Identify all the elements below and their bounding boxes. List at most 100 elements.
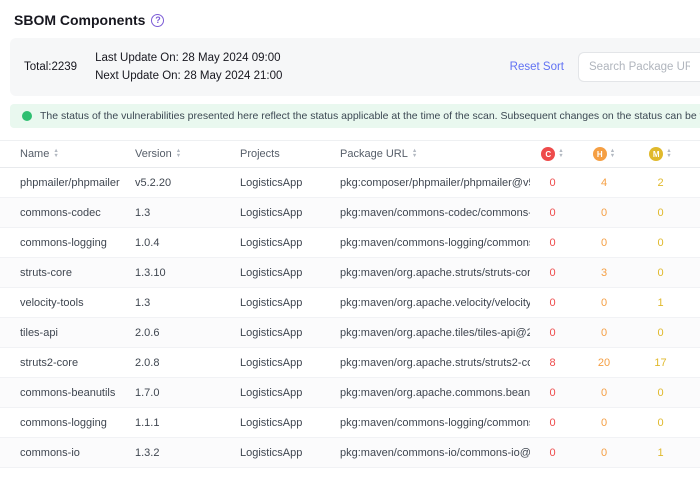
cell-severity-h: 0	[575, 237, 633, 249]
column-label-name: Name	[20, 148, 49, 160]
cell-severity-h: 0	[575, 447, 633, 459]
cell-purl: pkg:maven/commons-logging/commons-l...	[340, 417, 530, 429]
column-header-projects: Projects	[240, 148, 340, 160]
cell-severity-c: 0	[530, 297, 575, 309]
cell-severity-m: 2	[633, 177, 688, 189]
cell-purl: pkg:maven/org.apache.velocity/velocity-t…	[340, 297, 530, 309]
cell-projects: LogisticsApp	[240, 237, 340, 249]
last-update-text: Last Update On: 28 May 2024 09:00	[95, 52, 282, 64]
severity-c-badge-icon: C	[541, 147, 555, 161]
cell-version: 1.3	[135, 207, 240, 219]
reset-sort-link[interactable]: Reset Sort	[510, 61, 564, 73]
update-info: Last Update On: 28 May 2024 09:00 Next U…	[95, 52, 282, 82]
cell-severity-m: 0	[633, 417, 688, 429]
cell-purl: pkg:maven/commons-logging/commons-l...	[340, 237, 530, 249]
cell-severity-m: 0	[633, 237, 688, 249]
cell-severity-c: 0	[530, 177, 575, 189]
column-header-severity-h[interactable]: H▲▼	[575, 147, 633, 161]
cell-severity-c: 0	[530, 207, 575, 219]
cell-name: commons-logging	[20, 417, 135, 429]
cell-severity-m: 0	[633, 387, 688, 399]
cell-severity-m: 1	[633, 447, 688, 459]
table-row[interactable]: phpmailer/phpmailerv5.2.20LogisticsApppk…	[0, 168, 700, 198]
cell-severity-m: 0	[633, 327, 688, 339]
cell-projects: LogisticsApp	[240, 447, 340, 459]
cell-severity-h: 3	[575, 267, 633, 279]
cell-purl: pkg:maven/commons-codec/commons-co...	[340, 207, 530, 219]
cell-purl: pkg:maven/org.apache.commons.beanutils..…	[340, 387, 530, 399]
cell-version: 1.1.1	[135, 417, 240, 429]
sort-icon: ▲▼	[610, 149, 615, 159]
cell-projects: LogisticsApp	[240, 387, 340, 399]
table-row[interactable]: struts-core1.3.10LogisticsApppkg:maven/o…	[0, 258, 700, 288]
table-row[interactable]: commons-io1.3.2LogisticsApppkg:maven/com…	[0, 438, 700, 468]
cell-purl: pkg:maven/commons-io/commons-io@1.3.2	[340, 447, 530, 459]
cell-version: 1.3.10	[135, 267, 240, 279]
cell-severity-c: 0	[530, 387, 575, 399]
cell-version: 2.0.8	[135, 357, 240, 369]
cell-severity-h: 0	[575, 327, 633, 339]
page-title: SBOM Components	[14, 12, 145, 28]
column-header-severity-c[interactable]: C▲▼	[530, 147, 575, 161]
cell-version: 1.3	[135, 297, 240, 309]
next-update-text: Next Update On: 28 May 2024 21:00	[95, 70, 282, 82]
column-header-version[interactable]: Version▲▼	[135, 148, 240, 160]
help-icon[interactable]: ?	[151, 14, 164, 27]
table-row[interactable]: commons-beanutils1.7.0LogisticsApppkg:ma…	[0, 378, 700, 408]
sort-icon: ▲▼	[666, 149, 671, 159]
table-row[interactable]: struts2-core2.0.8LogisticsApppkg:maven/o…	[0, 348, 700, 378]
severity-h-badge-icon: H	[593, 147, 607, 161]
column-header-severity-m[interactable]: M▲▼	[633, 147, 688, 161]
cell-severity-c: 0	[530, 237, 575, 249]
info-dot-icon	[22, 111, 32, 121]
cell-version: 1.3.2	[135, 447, 240, 459]
cell-severity-c: 8	[530, 357, 575, 369]
severity-m-badge-icon: M	[649, 147, 663, 161]
table-row[interactable]: tiles-api2.0.6LogisticsApppkg:maven/org.…	[0, 318, 700, 348]
cell-severity-h: 0	[575, 297, 633, 309]
table-body: phpmailer/phpmailerv5.2.20LogisticsApppk…	[0, 168, 700, 468]
cell-purl: pkg:composer/phpmailer/phpmailer@v5.2...	[340, 177, 530, 189]
cell-severity-h: 4	[575, 177, 633, 189]
cell-projects: LogisticsApp	[240, 417, 340, 429]
page-header: SBOM Components ?	[0, 0, 700, 38]
cell-severity-m: 17	[633, 357, 688, 369]
table-row[interactable]: velocity-tools1.3LogisticsApppkg:maven/o…	[0, 288, 700, 318]
cell-severity-c: 0	[530, 417, 575, 429]
sbom-components-page: SBOM Components ? Total:2239 Last Update…	[0, 0, 700, 483]
table-header-row: Name▲▼Version▲▼ProjectsPackage URL▲▼C▲▼H…	[0, 140, 700, 168]
cell-purl: pkg:maven/org.apache.tiles/tiles-api@2.0…	[340, 327, 530, 339]
banner-text: The status of the vulnerabilities presen…	[40, 110, 700, 122]
cell-name: phpmailer/phpmailer	[20, 177, 135, 189]
sort-icon: ▲▼	[53, 149, 58, 159]
table-row[interactable]: commons-logging1.0.4LogisticsApppkg:mave…	[0, 228, 700, 258]
cell-name: struts-core	[20, 267, 135, 279]
column-label-purl: Package URL	[340, 148, 408, 160]
cell-severity-h: 0	[575, 207, 633, 219]
cell-projects: LogisticsApp	[240, 207, 340, 219]
cell-version: v5.2.20	[135, 177, 240, 189]
toolbar: Total:2239 Last Update On: 28 May 2024 0…	[10, 38, 700, 96]
cell-severity-c: 0	[530, 267, 575, 279]
cell-projects: LogisticsApp	[240, 357, 340, 369]
components-table: Name▲▼Version▲▼ProjectsPackage URL▲▼C▲▼H…	[0, 140, 700, 468]
sort-icon: ▲▼	[176, 149, 181, 159]
table-row[interactable]: commons-logging1.1.1LogisticsApppkg:mave…	[0, 408, 700, 438]
info-banner: The status of the vulnerabilities presen…	[10, 104, 700, 128]
cell-severity-m: 1	[633, 297, 688, 309]
cell-name: commons-io	[20, 447, 135, 459]
sort-icon: ▲▼	[558, 149, 563, 159]
table-row[interactable]: commons-codec1.3LogisticsApppkg:maven/co…	[0, 198, 700, 228]
cell-version: 2.0.6	[135, 327, 240, 339]
cell-projects: LogisticsApp	[240, 297, 340, 309]
cell-name: commons-logging	[20, 237, 135, 249]
column-header-name[interactable]: Name ▲▼	[20, 148, 135, 160]
cell-severity-h: 0	[575, 417, 633, 429]
search-input[interactable]	[578, 52, 700, 82]
cell-severity-m: 0	[633, 207, 688, 219]
column-header-purl[interactable]: Package URL▲▼	[340, 148, 530, 160]
cell-projects: LogisticsApp	[240, 327, 340, 339]
cell-name: commons-beanutils	[20, 387, 135, 399]
cell-projects: LogisticsApp	[240, 177, 340, 189]
cell-severity-h: 0	[575, 387, 633, 399]
